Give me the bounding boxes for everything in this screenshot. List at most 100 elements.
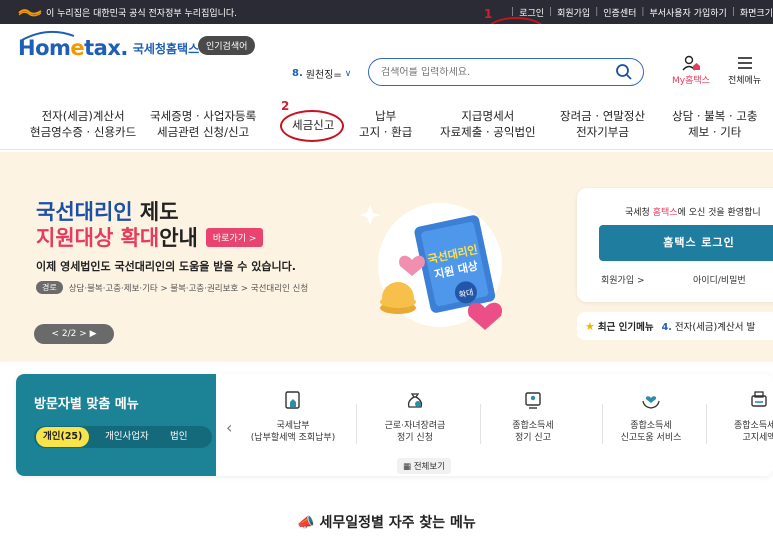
hero-title2-rest: 안내 (159, 226, 198, 250)
welcome-pre: 국세청 (625, 208, 653, 218)
section-title: 📣 세무일정별 자주 찾는 메뉴 (0, 512, 773, 532)
chevron-left-icon[interactable]: ‹ (226, 418, 232, 437)
popular-search-badge: 인기검색어 (198, 36, 256, 55)
nav-payment-line1: 납부 (375, 109, 397, 123)
hometax-logo[interactable]: Hometax. 국세청홈택스 (18, 30, 200, 60)
hero-title-line2: 지원대상 확대 안내 바로가기 > (36, 222, 264, 252)
all-menu-button[interactable]: 전체메뉴 (728, 55, 761, 86)
section-title-text: 세무일정별 자주 찾는 메뉴 (319, 515, 476, 531)
visitor-item-5-line1: 종합소득세 4 (734, 421, 773, 431)
hero-title1-rest: 제도 (132, 200, 179, 224)
visitor-item-4-line1: 종합소득세 (630, 421, 672, 431)
nav-payment[interactable]: 납부 고지 · 환급 (359, 108, 412, 140)
hero-path-tag: 경로 (36, 281, 63, 294)
welcome-post: 에 오신 것을 환영합니 (677, 208, 761, 218)
main-navigation: 전자(세금)계산서 현금영수증 · 신용카드 국세증명 · 사업자등록 세금관련… (0, 100, 773, 150)
nav-e-invoice[interactable]: 전자(세금)계산서 현금영수증 · 신용카드 (30, 108, 136, 140)
money-bag-icon (407, 393, 423, 408)
hero-path: 경로 상담·불복·고충·제보·기타 > 불복·고충·권리보호 > 국선대리인 신… (36, 281, 308, 294)
nav-incentive-yearend-line2: 전자기부금 (576, 125, 629, 139)
hero-banner: 국선대리인 제도 지원대상 확대 안내 바로가기 > 이제 영세법인도 국선대리… (0, 152, 773, 362)
recent-popular-rank: 4. (661, 322, 672, 333)
visitor-item-1-line1: 국세납부 (276, 421, 310, 431)
logo-subtitle: 국세청홈택스 (132, 41, 200, 56)
search-bar (368, 58, 644, 86)
nav-payment-statement[interactable]: 지급명세서 자료제출 · 공익법인 (440, 108, 536, 140)
annotation-circle-tax-filing (280, 110, 344, 142)
visitor-item-3-line1: 종합소득세 (512, 421, 554, 431)
visitor-item-4-line2: 신고도움 서비스 (620, 433, 682, 443)
visitor-item-income-tax-filing[interactable]: 종합소득세 정기 신고 (474, 390, 592, 444)
recent-popular-label: 최근 인기메뉴 (597, 322, 654, 333)
logo-arc-icon (21, 30, 75, 41)
nav-incentive-yearend-line1: 장려금 · 연말정산 (560, 109, 646, 123)
search-icon[interactable] (615, 63, 633, 81)
hero-pager-text: < 2/2 > ▶ (51, 329, 97, 339)
welcome-highlight: 홈택스 (652, 208, 678, 218)
tax-payment-icon (285, 391, 300, 409)
recent-popular-item[interactable]: 4. 전자(세금)계산서 발 (662, 319, 756, 333)
annotation-number-2: 2 (281, 99, 290, 113)
signup-link-card[interactable]: 회원가입 > (601, 276, 645, 286)
search-input[interactable] (381, 66, 601, 78)
find-id-password-link[interactable]: 아이디/비밀번 (693, 273, 746, 286)
visitor-item-filing-help[interactable]: 종합소득세 신고도움 서비스 (592, 390, 710, 444)
nav-tax-certificate-line2: 세금관련 신청/신고 (157, 125, 250, 139)
hamburger-menu-icon (737, 57, 752, 69)
visitor-menu-title: 방문자별 맞춤 메뉴 (34, 397, 139, 412)
hero-description: 이제 영세법인도 국선대리인의 도움을 받을 수 있습니다. (36, 260, 296, 273)
annotation-number-1: 1 (484, 7, 493, 21)
hero-title2-highlight: 지원대상 확대 (36, 226, 160, 250)
all-menu-label: 전체메뉴 (728, 76, 762, 86)
popular-term: 원천징= (305, 70, 342, 81)
document-print-icon (751, 391, 767, 407)
nav-e-invoice-line2: 현금영수증 · 신용카드 (30, 125, 137, 139)
recent-popular-text: 전자(세금)계산서 발 (674, 322, 756, 333)
nav-payment-statement-line1: 지급명세서 (461, 109, 515, 123)
dept-user-signup-link[interactable]: 부서사용자 가입하기 (649, 6, 726, 19)
utility-links: | 로그인 | 회원가입 | 인증센터 | 부서사용자 가입하기 | 화면크기 (511, 6, 773, 19)
nav-consult-appeal[interactable]: 상담 · 불복 · 고충 제보 · 기타 (672, 108, 757, 140)
my-hometax-label: My홈택스 (672, 76, 710, 86)
income-tax-icon (525, 392, 541, 409)
popular-search-item[interactable]: 8. 원천징= ∨ (292, 66, 351, 81)
hero-title1-highlight: 국선대리인 (36, 200, 133, 224)
tab-corporation[interactable]: 법인 (163, 427, 194, 447)
recent-popular-menu: ★ 최근 인기메뉴 4. 전자(세금)계산서 발 (577, 312, 773, 340)
cert-center-link[interactable]: 인증센터 (603, 6, 636, 19)
tab-individual[interactable]: 개인(25) (36, 427, 90, 447)
nav-e-invoice-line1: 전자(세금)계산서 (41, 109, 125, 123)
book-illustration: 국선대리인 지원 대상 확대 (360, 203, 503, 330)
visitor-menu-panel: 방문자별 맞춤 메뉴 개인(25) 개인사업자 법인 ‹ 국세납부 (납부할세액… (16, 374, 773, 476)
logo-part-2: tax. (84, 36, 128, 60)
visitor-item-work-incentive[interactable]: 근로·자녀장려금 정기 신청 (356, 390, 474, 444)
visitor-item-notice-tax[interactable]: 종합소득세 4 고지세액 (700, 390, 773, 444)
gov-notice-text: 이 누리집은 대한민국 공식 전자정부 누리집입니다. (46, 8, 238, 19)
hero-pager[interactable]: < 2/2 > ▶ (34, 324, 114, 344)
visitor-item-1-line2: (납부할세액 조회납부) (250, 433, 336, 443)
screen-size-link[interactable]: 화면크기 (740, 6, 773, 19)
tab-sole-proprietor[interactable]: 개인사업자 (98, 427, 156, 447)
nav-consult-appeal-line2: 제보 · 기타 (688, 125, 742, 139)
signup-link[interactable]: 회원가입 (557, 6, 590, 19)
gov-notice-bar: 이 누리집은 대한민국 공식 전자정부 누리집입니다. | 로그인 | 회원가입… (0, 0, 773, 24)
star-icon: ★ (585, 319, 595, 333)
visitor-item-5-line2: 고지세액 (742, 433, 773, 443)
see-all-button[interactable]: ▦ 전체보기 (397, 458, 452, 474)
visitor-menu-header: 방문자별 맞춤 메뉴 개인(25) 개인사업자 법인 (16, 374, 216, 476)
hometax-login-button[interactable]: 홈택스 로그인 (599, 225, 773, 261)
visitor-item-tax-payment[interactable]: 국세납부 (납부할세액 조회납부) (234, 390, 352, 444)
visitor-item-2-line1: 근로·자녀장려금 (384, 421, 446, 431)
my-hometax-button[interactable]: My홈택스 (672, 55, 710, 86)
grid-icon: ▦ (403, 462, 412, 472)
nav-tax-certificate[interactable]: 국세증명 · 사업자등록 세금관련 신청/신고 (150, 108, 256, 140)
welcome-text: 국세청 홈택스에 오신 것을 환영합니 (625, 205, 761, 218)
visitor-item-3-line2: 정기 신고 (515, 433, 551, 443)
popular-rank: 8. (292, 68, 303, 79)
visitor-item-2-line2: 정기 신청 (397, 433, 433, 443)
hero-go-button[interactable]: 바로가기 > (205, 227, 264, 247)
chevron-down-icon[interactable]: ∨ (345, 69, 352, 79)
see-all-label: 전체보기 (413, 462, 446, 472)
nav-incentive-yearend[interactable]: 장려금 · 연말정산 전자기부금 (560, 108, 645, 140)
gov-flag-icon (18, 7, 42, 17)
